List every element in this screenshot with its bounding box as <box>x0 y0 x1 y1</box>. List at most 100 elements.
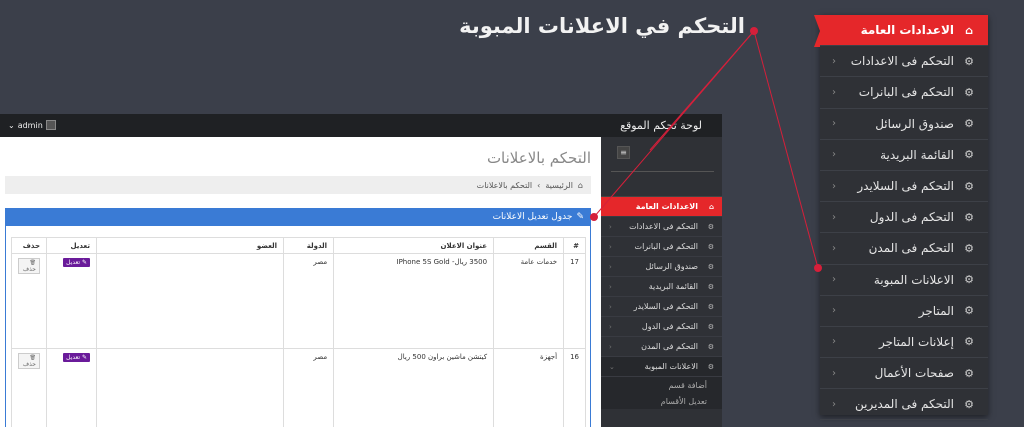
cell-edit: ✎ تعديل <box>46 348 97 427</box>
gears-icon: ⚙ <box>707 262 714 271</box>
cell-country: مصر <box>283 348 335 427</box>
gears-icon: ⚙ <box>964 241 974 255</box>
sidebar-item[interactable]: ⚙ القائمة البريدية ‹ <box>601 277 722 297</box>
menu-item[interactable]: ⚙ إعلانات المتاجر ‹ <box>820 327 988 359</box>
gears-icon: ⚙ <box>964 54 974 68</box>
column-header: حذف <box>11 237 47 254</box>
chevron-left-icon: ‹ <box>832 118 836 130</box>
chevron-left-icon: ‹ <box>609 222 612 231</box>
column-header: العضو <box>95 237 285 254</box>
column-header: # <box>563 237 586 254</box>
menu-item[interactable]: ⚙ التحكم فى الدول ‹ <box>820 202 988 234</box>
chevron-left-icon: ‹ <box>832 274 836 286</box>
gears-icon: ⚙ <box>707 322 714 331</box>
connector-dot <box>750 27 758 35</box>
chevron-left-icon: ‹ <box>832 211 836 223</box>
sidebar-item-label: الاعلانات المبوبة <box>644 362 698 371</box>
breadcrumb-current: التحكم بالاعلانات <box>476 180 533 190</box>
cell-delete: 🗑حذف <box>11 348 47 427</box>
menu-item[interactable]: ⌂ الاعدادات العامة <box>814 15 988 48</box>
sidebar-item-label: التحكم فى الاعدادات <box>629 222 698 231</box>
gears-icon: ⚙ <box>707 362 714 371</box>
user-menu[interactable]: ⌄ admin <box>8 120 56 130</box>
sidebar-item[interactable]: ⚙ التحكم فى المدن ‹ <box>601 337 722 357</box>
sidebar-subitem[interactable]: أضافة قسم <box>601 377 722 393</box>
chevron-left-icon: ‹ <box>832 305 836 317</box>
menu-item[interactable]: ⚙ التحكم فى البانرات ‹ <box>820 77 988 109</box>
sidebar-item[interactable]: ⚙ التحكم فى السلايدر ‹ <box>601 297 722 317</box>
home-icon: ⌂ <box>577 180 583 190</box>
gears-icon: ⚙ <box>707 222 714 231</box>
menu-item[interactable]: ⚙ التحكم فى السلايدر ‹ <box>820 171 988 203</box>
breadcrumb-home[interactable]: الرئيسية <box>545 181 573 190</box>
edit-icon: ✎ <box>80 259 87 266</box>
chevron-left-icon: ‹ <box>832 180 836 192</box>
edit-icon: ✎ <box>576 212 584 222</box>
gears-icon: ⚙ <box>964 366 974 380</box>
gears-icon: ⚙ <box>707 282 714 291</box>
chevron-left-icon: ‹ <box>832 149 836 161</box>
topbar: لوحة تحكم الموقع ⌄ admin <box>0 114 722 137</box>
edit-icon: ✎ <box>80 354 87 361</box>
gears-icon: ⚙ <box>964 148 974 162</box>
menu-item[interactable]: ⚙ التحكم فى المديرين ‹ <box>820 389 988 421</box>
edit-button[interactable]: ✎ تعديل <box>63 258 90 267</box>
sidebar-item-label: القائمة البريدية <box>648 282 698 291</box>
sidebar-item[interactable]: ⚙ التحكم فى الاعدادات ‹ <box>601 217 722 237</box>
chevron-left-icon: ‹ <box>832 336 836 348</box>
menu-item-label: التحكم فى البانرات <box>858 85 954 100</box>
menu-item[interactable]: ⚙ التحكم فى المدن ‹ <box>820 233 988 265</box>
cell-section: خدمات عامة <box>493 253 565 349</box>
username: admin <box>17 120 43 130</box>
cell-delete: 🗑حذف <box>11 253 47 349</box>
menu-item[interactable]: ⚙ القائمة البريدية ‹ <box>820 140 988 171</box>
menu-item[interactable]: ⚙ الاعلانات المبوبة ‹ <box>820 265 988 296</box>
menu-item[interactable]: ⚙ صفحات الأعمال ‹ <box>820 358 988 390</box>
delete-button[interactable]: 🗑حذف <box>18 353 40 369</box>
sidebar-subitem[interactable]: تعديل الأقسام <box>601 393 722 409</box>
chevron-left-icon: ‹ <box>832 55 836 67</box>
cell-title: كيتشن ماشين براون 500 ريال <box>333 348 495 427</box>
column-header: الدولة <box>283 237 335 254</box>
sidebar-item[interactable]: ⌂ الاعدادات العامة <box>601 197 722 217</box>
delete-label: حذف <box>22 361 36 368</box>
menu-item-label: القائمة البريدية <box>880 147 954 162</box>
menu-item-label: إعلانات المتاجر <box>878 334 954 349</box>
gears-icon: ⚙ <box>964 179 974 193</box>
chevron-left-icon: ‹ <box>609 342 612 351</box>
sidebar-item[interactable]: ⚙ الاعلانات المبوبة ⌄ <box>601 357 722 377</box>
sidebar: ≡ ⌂ الاعدادات العامة ⚙ التحكم فى الاعدادات ‹… <box>601 137 722 427</box>
menu-item-label: التحكم فى المديرين <box>855 397 954 412</box>
chevron-left-icon: ‹ <box>832 242 836 254</box>
site-title[interactable]: لوحة تحكم الموقع <box>620 119 702 132</box>
column-header: عنوان الاعلان <box>333 237 495 254</box>
gears-icon: ⚙ <box>964 85 974 99</box>
menu-item-label: التحكم فى الدول <box>869 210 954 225</box>
chevron-left-icon: ‹ <box>832 398 836 410</box>
menu-item[interactable]: ⚙ المتاجر ‹ <box>820 296 988 327</box>
cell-title: 3500 ريال- IPhone 5S Gold <box>333 253 495 349</box>
menu-item-label: الاعلانات المبوبة <box>873 272 954 287</box>
gears-icon: ⚙ <box>964 273 974 287</box>
cell-edit: ✎ تعديل <box>46 253 97 349</box>
sidebar-item-label: التحكم فى الدول <box>641 322 698 331</box>
sidebar-item[interactable]: ⚙ صندوق الرسائل ‹ <box>601 257 722 277</box>
avatar <box>45 120 56 130</box>
sidebar-item[interactable]: ⚙ التحكم فى الدول ‹ <box>601 317 722 337</box>
delete-button[interactable]: 🗑حذف <box>18 258 40 274</box>
gears-icon: ⚙ <box>964 397 974 411</box>
gears-icon: ⚙ <box>707 342 714 351</box>
ads-panel: ✎ جدول تعديل الاعلانات # القسم عنوان الاعل… <box>5 208 591 427</box>
cell-id: 16 <box>563 348 586 427</box>
edit-button[interactable]: ✎ تعديل <box>63 353 90 362</box>
menu-item[interactable]: ⚙ صندوق الرسائل ‹ <box>820 109 988 140</box>
sidebar-item[interactable]: ⚙ التحكم فى البانرات ‹ <box>601 237 722 257</box>
cell-id: 17 <box>563 253 586 349</box>
panel-header: ✎ جدول تعديل الاعلانات <box>6 209 590 226</box>
chevron-left-icon: ‹ <box>609 302 612 311</box>
home-icon: ⌂ <box>965 23 973 37</box>
column-header: تعديل <box>46 237 97 254</box>
menu-toggle-icon[interactable]: ≡ <box>617 146 630 159</box>
menu-item[interactable]: ⚙ التحكم فى الاعدادات ‹ <box>820 46 988 78</box>
table-row: 17 خدمات عامة 3500 ريال- IPhone 5S Gold مصر… <box>11 253 586 349</box>
